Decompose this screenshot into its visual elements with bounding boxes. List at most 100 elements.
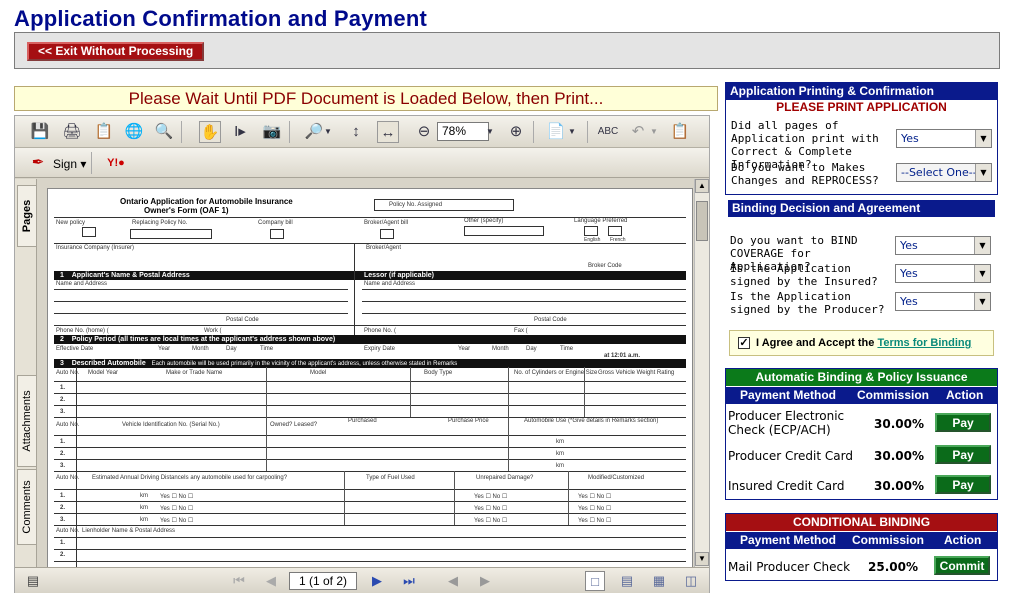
binding-panel: Binding Decision and Agreement Do you wa… [725,200,998,360]
page-title: Application Confirmation and Payment [14,6,428,31]
continuous-facing-icon[interactable]: ◫ [681,571,701,591]
auto-binding-panel: Automatic Binding & Policy Issuance Paym… [725,368,998,500]
email-icon[interactable]: 🌐 [123,121,145,143]
select-text-icon[interactable]: I▸ [229,121,251,143]
signed-by-insured-question: Is the Application signed by the Insured… [730,262,878,288]
hand-tool-icon[interactable]: ✋ [199,121,221,143]
terms-for-binding-link[interactable]: Terms for Binding [877,337,971,349]
save-icon[interactable]: 💾 [29,121,51,143]
chevron-down-icon[interactable]: ▼ [649,121,659,143]
chevron-down-icon: ▼ [975,130,991,147]
commission-insured-card: 30.00% [874,479,924,493]
viewer-navigation-bar: ▤ ⏮ ◀ 1 (1 of 2) ▶ ⏭ ◀ ▶ □ ▤ ▦ ◫ [15,567,709,593]
pdf-page: Ontario Application for Automobile Insur… [47,188,693,568]
first-page-icon[interactable]: ⏮ [229,571,249,591]
pay-producer-card-button[interactable]: Pay [935,445,991,464]
print-complete-select[interactable]: Yes ▼ [896,129,992,148]
snapshot-icon[interactable]: 📷 [261,121,283,143]
section-3-bar: 3 Described Automobile Each automobile w… [54,359,686,368]
sign-button[interactable]: Sign ▾ [27,153,86,175]
policy-no-box: Policy No. Assigned [374,199,514,211]
wait-message: Please Wait Until PDF Document is Loaded… [14,86,718,111]
zoom-input[interactable]: 78% [437,122,489,141]
section-1-bar: 1 Applicant's Name & Postal Address Lesso… [54,271,686,280]
continuous-icon[interactable]: ▤ [617,571,637,591]
printing-panel: Application Printing & Confirmation PLEA… [725,82,998,195]
payment-method-insured-card: Insured Credit Card [728,479,845,493]
commission-ecp: 30.00% [874,417,924,431]
signed-by-insured-select[interactable]: Yes ▼ [895,264,991,283]
pdf-title: Ontario Application for Automobile Insur… [120,197,293,206]
next-view-icon[interactable]: ▶ [475,571,495,591]
conditional-binding-header: CONDITIONAL BINDING [726,514,997,531]
rotate-icon[interactable]: 📄 [545,121,567,143]
reprocess-select[interactable]: --Select One-- ▼ [896,163,992,182]
pay-ecp-button[interactable]: Pay [935,413,991,432]
viewer-toolbar-secondary: ✒ Sign ▾ Y!● [15,148,709,178]
exit-bar: << Exit Without Processing [14,32,1000,69]
chevron-down-icon: ▼ [975,164,991,181]
payment-method-mail-check: Mail Producer Check [728,560,851,574]
commit-button[interactable]: Commit [934,556,990,575]
bind-coverage-select[interactable]: Yes ▼ [895,236,991,255]
previous-page-icon[interactable]: ◀ [261,571,281,591]
spellcheck-icon[interactable]: ABC [597,121,619,143]
next-page-icon[interactable]: ▶ [367,571,387,591]
conditional-binding-columns: Payment Method Commission Action [726,532,997,549]
undo-icon[interactable]: ↶ [627,121,649,143]
print-icon[interactable]: 🖨 [61,121,83,143]
reprocess-question: Do you want to Makes Changes and REPROCE… [731,161,879,187]
commission-producer-card: 30.00% [874,449,924,463]
chevron-down-icon: ▼ [974,237,990,254]
signed-by-producer-question: Is the Application signed by the Produce… [730,290,885,316]
fit-width-icon[interactable]: ↔ [377,121,399,143]
scroll-thumb[interactable] [696,201,708,241]
binding-panel-header: Binding Decision and Agreement [728,200,995,217]
facing-icon[interactable]: ▦ [649,571,669,591]
zoom-in-icon[interactable]: ⊕ [505,121,527,143]
single-page-icon[interactable]: □ [585,571,605,591]
section-2-bar: 2 Policy Period (all times are local tim… [54,335,686,344]
zoom-dropdown-icon[interactable]: ▼ [485,121,495,143]
tab-pages[interactable]: Pages [17,185,36,247]
last-page-icon[interactable]: ⏭ [399,571,419,591]
fit-page-icon[interactable]: ↕ [345,121,367,143]
agree-checkbox[interactable]: ✓ [738,337,750,349]
chevron-down-icon[interactable]: ▼ [323,121,333,143]
auto-binding-header: Automatic Binding & Policy Issuance [726,369,997,386]
chevron-down-icon[interactable]: ▼ [567,121,577,143]
viewer-toolbar: 💾 🖨 📋 🌐 🔍 ✋ I▸ 📷 🔎 ▼ ↕ ↔ ⊖ 78% ▼ ⊕ 📄 ▼ A… [15,116,709,148]
signed-by-producer-select[interactable]: Yes ▼ [895,292,991,311]
vertical-scrollbar[interactable]: ▲ ▼ [694,179,709,567]
page-number-input[interactable]: 1 (1 of 2) [289,572,357,590]
auto-binding-columns: Payment Method Commission Action [726,387,997,404]
organizer-icon[interactable]: 📋 [93,121,115,143]
previous-view-icon[interactable]: ◀ [443,571,463,591]
printing-panel-header: Application Printing & Confirmation [726,83,997,100]
tab-comments[interactable]: Comments [17,469,36,545]
page-layout-icon[interactable]: ▤ [23,571,43,591]
search-icon[interactable]: 🔍 [153,121,175,143]
agree-box: ✓ I Agree and Accept the Terms for Bindi… [729,330,994,356]
zoom-in-tool-icon[interactable]: 🔎 [303,121,325,143]
zoom-out-icon[interactable]: ⊖ [413,121,435,143]
agree-label: I Agree and Accept the Terms for Binding [756,337,972,349]
scroll-up-icon[interactable]: ▲ [695,179,709,193]
copy-icon[interactable]: 📋 [669,121,691,143]
pay-insured-card-button[interactable]: Pay [935,475,991,494]
exit-without-processing-button[interactable]: << Exit Without Processing [27,42,205,61]
pdf-viewer: 💾 🖨 📋 🌐 🔍 ✋ I▸ 📷 🔎 ▼ ↕ ↔ ⊖ 78% ▼ ⊕ 📄 ▼ A… [14,115,710,593]
sign-label: Sign [53,157,78,171]
conditional-binding-panel: CONDITIONAL BINDING Payment Method Commi… [725,513,998,581]
pdf-subtitle: Owner's Form (OAF 1) [144,206,229,215]
payment-method-ecp: Producer Electronic Check (ECP/ACH) [728,409,845,437]
tab-attachments[interactable]: Attachments [17,375,36,467]
scroll-down-icon[interactable]: ▼ [695,552,709,566]
side-tabs: Pages Attachments Comments [15,179,37,567]
print-application-notice: PLEASE PRINT APPLICATION [776,100,947,114]
commission-mail-check: 25.00% [868,560,918,574]
chevron-down-icon: ▼ [974,293,990,310]
chevron-down-icon: ▼ [974,265,990,282]
payment-method-producer-card: Producer Credit Card [728,449,853,463]
yahoo-icon[interactable]: Y!● [99,152,133,174]
